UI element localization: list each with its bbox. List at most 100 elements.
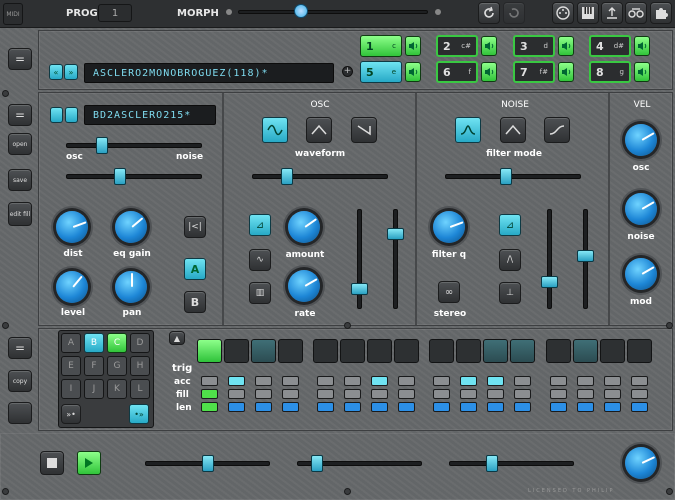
acc-step[interactable] [550,376,567,386]
menu-button-mid[interactable]: = [8,104,32,126]
trig-step[interactable] [546,339,571,363]
acc-step[interactable] [433,376,450,386]
len-step[interactable] [398,402,415,412]
osc-noise-slider-track[interactable] [66,143,202,148]
acc-step[interactable] [344,376,361,386]
retrigger-button[interactable]: |<| [184,216,206,238]
midi-indicator[interactable]: MIDI [3,3,23,25]
fill-step[interactable] [460,389,477,399]
fill-step[interactable] [398,389,415,399]
acc-step[interactable] [514,376,531,386]
len-step[interactable] [460,402,477,412]
acc-step[interactable] [228,376,245,386]
pattern-follow-button[interactable]: •» [129,404,149,424]
filter-lowpass-button[interactable] [455,117,481,143]
noise-env-gate-button[interactable]: ⊥ [499,282,521,304]
len-step[interactable] [201,402,218,412]
copy-button[interactable]: copy [8,370,32,392]
len-step[interactable] [282,402,299,412]
fill-step[interactable] [514,389,531,399]
waveform-sine-button[interactable] [262,117,288,143]
trig-step[interactable] [313,339,338,363]
pattern-f-button[interactable]: F [84,356,104,376]
trig-step[interactable] [600,339,625,363]
osc-pitch-slider-thumb[interactable] [281,168,293,185]
master-slider-thumb[interactable] [486,455,498,472]
track-4-button[interactable]: 4 d# [589,35,631,57]
acc-step[interactable] [201,376,218,386]
trig-step[interactable] [251,339,276,363]
trig-step[interactable] [573,339,598,363]
track-7-mute-button[interactable] [558,62,574,82]
len-step[interactable] [550,402,567,412]
osc-env-sine-button[interactable]: ∿ [249,249,271,271]
filter-q-knob[interactable] [433,211,465,243]
balance-slider-track[interactable] [66,174,202,179]
acc-step[interactable] [460,376,477,386]
track-4-mute-button[interactable] [634,36,650,56]
pattern-b-button[interactable]: B [84,333,104,353]
acc-step[interactable] [604,376,621,386]
redo-button[interactable] [503,2,525,24]
trig-step[interactable] [394,339,419,363]
acc-step[interactable] [371,376,388,386]
edit-fill-button[interactable]: edit fill [8,202,32,226]
track-1-button[interactable]: 1c [360,35,402,57]
osc-noise-slider-thumb[interactable] [96,137,108,154]
trig-step[interactable] [483,339,508,363]
osc-env-decay-button[interactable]: ⊿ [249,214,271,236]
vel-osc-knob[interactable] [625,124,657,156]
fill-step[interactable] [317,389,334,399]
noise-decay-slider-thumb[interactable] [541,276,558,288]
morph-slider-track[interactable] [238,10,428,14]
track-3-button[interactable]: 3d [513,35,555,57]
pattern-a-button[interactable]: A [61,333,81,353]
track-5-mute-button[interactable] [405,62,421,82]
stop-button[interactable] [40,451,64,475]
add-patch-button[interactable]: + [342,66,353,77]
pattern-h-button[interactable]: H [130,356,150,376]
acc-step[interactable] [487,376,504,386]
keyboard-button[interactable] [577,2,599,24]
trig-step[interactable] [627,339,652,363]
trig-step[interactable] [340,339,365,363]
pattern-e-button[interactable]: E [61,356,81,376]
trig-step[interactable] [429,339,454,363]
len-step[interactable] [317,402,334,412]
sound-next-button[interactable] [65,107,78,123]
stereo-button[interactable]: ∞ [438,281,460,303]
len-step[interactable] [255,402,272,412]
audio-io-button[interactable] [625,2,647,24]
osc-pitch-slider-track[interactable] [252,174,388,179]
undo-button[interactable] [478,2,500,24]
fill-step[interactable] [604,389,621,399]
len-step[interactable] [631,402,648,412]
morph-slider-thumb[interactable] [293,4,308,18]
fill-step[interactable] [344,389,361,399]
vel-noise-knob[interactable] [625,193,657,225]
menu-button-top[interactable]: = [8,48,32,70]
fill-step[interactable] [255,389,272,399]
len-step[interactable] [433,402,450,412]
track-2-button[interactable]: 2 c# [436,35,478,57]
fill-step[interactable] [371,389,388,399]
tempo-slider-thumb[interactable] [202,455,214,472]
acc-step[interactable] [317,376,334,386]
acc-step[interactable] [398,376,415,386]
track-5-button[interactable]: 5e [360,61,402,83]
amount-knob[interactable] [288,211,320,243]
osc-decay-slider-thumb[interactable] [351,283,368,295]
noise-env-attack-button[interactable]: /\ [499,249,521,271]
swing-slider-thumb[interactable] [311,455,323,472]
track-6-button[interactable]: 6f [436,61,478,83]
share-button[interactable] [601,2,623,24]
len-step[interactable] [344,402,361,412]
trig-step[interactable] [278,339,303,363]
rate-knob[interactable] [288,270,320,302]
seq-collapse-button[interactable]: ▲ [169,331,185,345]
trig-step[interactable] [510,339,535,363]
len-step[interactable] [604,402,621,412]
pattern-k-button[interactable]: K [107,379,127,399]
noise-env-decay-button[interactable]: ⊿ [499,214,521,236]
master-slider-track[interactable] [449,461,574,466]
